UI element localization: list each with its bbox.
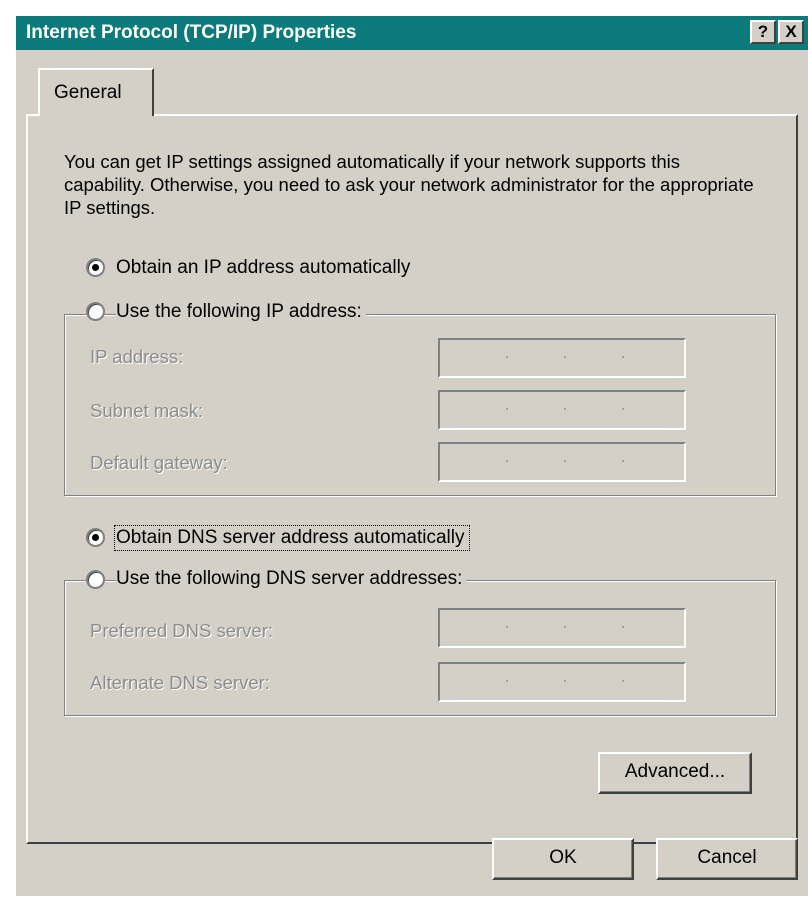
preferred-dns-field[interactable] <box>438 608 686 648</box>
obtain-dns-auto-radio[interactable] <box>86 528 105 547</box>
use-ip-label[interactable]: Use the following IP address: <box>116 301 366 323</box>
tab-general-label: General <box>54 82 122 103</box>
close-button[interactable]: X <box>778 20 804 44</box>
close-icon: X <box>785 22 797 41</box>
use-dns-radio[interactable] <box>86 570 105 589</box>
ip-address-label: IP address: <box>90 346 184 367</box>
ok-button[interactable]: OK <box>492 838 634 880</box>
use-ip-radio[interactable] <box>86 302 105 321</box>
obtain-ip-auto-label[interactable]: Obtain an IP address automatically <box>116 257 415 279</box>
intro-text: You can get IP settings assigned automat… <box>64 151 754 218</box>
window-title: Internet Protocol (TCP/IP) Properties <box>26 22 357 43</box>
subnet-mask-label: Subnet mask: <box>90 400 204 421</box>
tcpip-properties-dialog: Internet Protocol (TCP/IP) Properties ? … <box>16 16 808 896</box>
help-icon: ? <box>757 22 769 41</box>
ip-address-field[interactable] <box>438 338 686 378</box>
alternate-dns-field[interactable] <box>438 662 686 702</box>
preferred-dns-label: Preferred DNS server: <box>90 620 273 641</box>
help-button[interactable]: ? <box>750 20 776 44</box>
obtain-ip-auto-radio[interactable] <box>86 258 105 277</box>
default-gateway-field[interactable] <box>438 442 686 482</box>
alternate-dns-label: Alternate DNS server: <box>90 672 270 693</box>
tab-general[interactable]: General <box>38 68 154 116</box>
obtain-dns-auto-label[interactable]: Obtain DNS server address automatically <box>113 525 471 551</box>
advanced-button[interactable]: Advanced... <box>598 752 752 794</box>
subnet-mask-field[interactable] <box>438 390 686 430</box>
title-bar[interactable]: Internet Protocol (TCP/IP) Properties ? … <box>16 16 808 50</box>
cancel-button[interactable]: Cancel <box>656 838 798 880</box>
default-gateway-label: Default gateway: <box>90 452 228 473</box>
use-dns-label[interactable]: Use the following DNS server addresses: <box>116 568 467 590</box>
